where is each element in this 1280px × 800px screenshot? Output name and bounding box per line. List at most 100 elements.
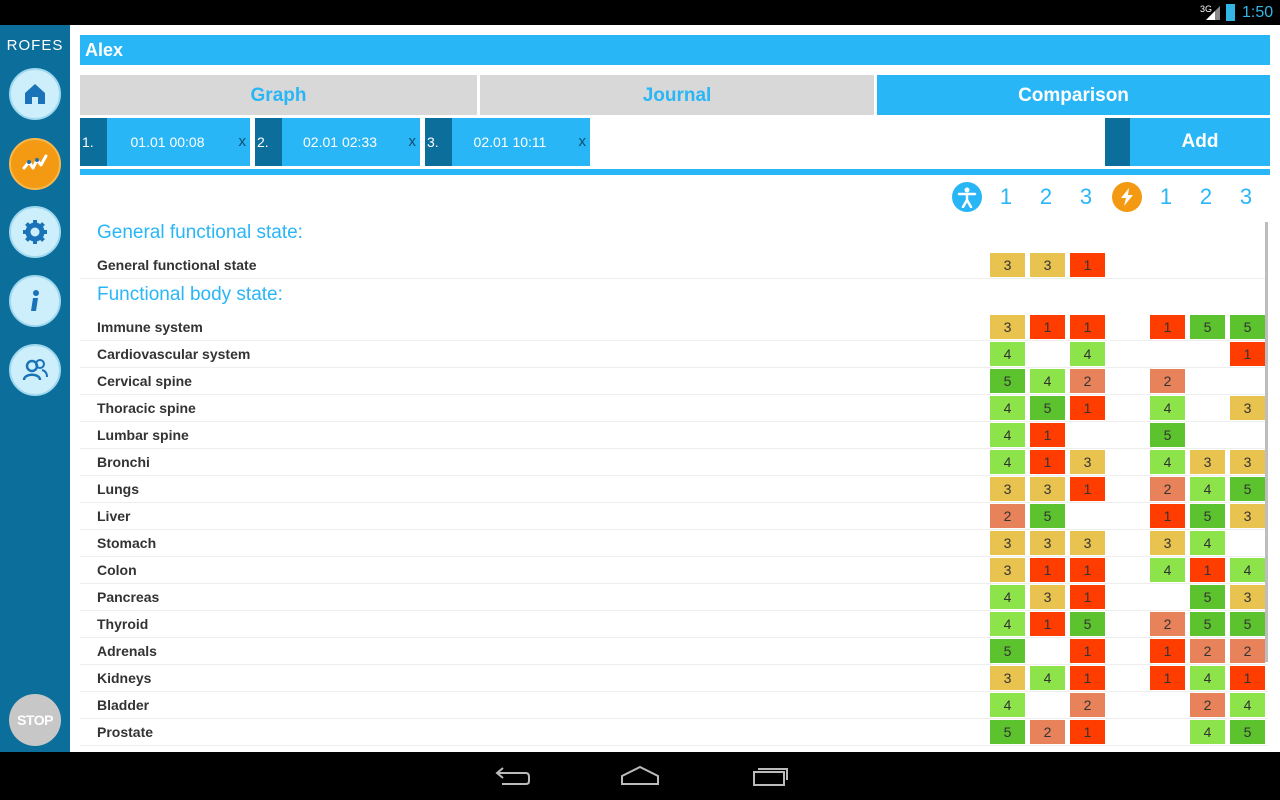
row-divider: [80, 691, 1268, 692]
score-cell: 3: [990, 253, 1025, 277]
home-button[interactable]: [9, 68, 61, 120]
info-button[interactable]: [9, 275, 61, 327]
sidebar: ROFES STOP: [0, 25, 70, 752]
main-content: Alex Graph Journal Comparison 1. 01.01 0…: [70, 25, 1280, 752]
row-label: Stomach: [97, 535, 157, 551]
row-label: Bronchi: [97, 454, 150, 470]
score-cell: 3: [1070, 531, 1105, 555]
row-label: Colon: [97, 562, 137, 578]
row-label: Lumbar spine: [97, 427, 189, 443]
score-cell: 4: [1150, 450, 1185, 474]
score-cell: 5: [1190, 612, 1225, 636]
score-cell: 1: [1030, 423, 1065, 447]
tab-comparison[interactable]: Comparison: [877, 75, 1270, 115]
row-divider: [80, 610, 1268, 611]
session-chip[interactable]: 2. 02.01 02:33 x: [255, 118, 420, 166]
back-icon[interactable]: [492, 764, 532, 788]
score-cell: 4: [990, 396, 1025, 420]
remove-session-button[interactable]: x: [579, 118, 587, 166]
session-number: 1.: [80, 118, 107, 166]
recents-icon[interactable]: [750, 764, 790, 788]
score-cell: 2: [1030, 720, 1065, 744]
score-cell: 4: [1070, 342, 1105, 366]
score-cell: 1: [1030, 612, 1065, 636]
row-divider: [80, 340, 1268, 341]
row-label: Adrenals: [97, 643, 157, 659]
stop-button[interactable]: STOP: [9, 694, 61, 746]
column-header: 1: [1159, 184, 1173, 209]
score-cell: 1: [1070, 639, 1105, 663]
score-cell: 3: [1030, 585, 1065, 609]
score-cell: 1: [1070, 396, 1105, 420]
session-chip[interactable]: 1. 01.01 00:08 x: [80, 118, 250, 166]
wave-icon: [22, 154, 48, 170]
row-divider: [80, 421, 1268, 422]
lightning-icon: [1112, 182, 1142, 212]
score-cell: 5: [1070, 612, 1105, 636]
navigation-bar: [0, 752, 1280, 800]
row-divider: [80, 475, 1268, 476]
score-cell: 1: [1150, 666, 1185, 690]
score-cell: 3: [990, 315, 1025, 339]
score-cell: 5: [1230, 720, 1265, 744]
tab-graph[interactable]: Graph: [80, 75, 477, 115]
remove-session-button[interactable]: x: [239, 118, 247, 166]
session-datetime: 01.01 00:08: [130, 134, 205, 150]
scrollbar[interactable]: [1265, 222, 1268, 662]
row-label: Kidneys: [97, 670, 152, 686]
session-chip[interactable]: 3. 02.01 10:11 x: [425, 118, 590, 166]
score-cell: 4: [1190, 531, 1225, 555]
score-cell: 1: [1030, 558, 1065, 582]
score-cell: 2: [1070, 369, 1105, 393]
row-label: Pancreas: [97, 589, 160, 605]
gear-icon: [23, 220, 47, 244]
score-cell: 3: [990, 531, 1025, 555]
column-header: 2: [1039, 184, 1053, 209]
add-session-button[interactable]: Add: [1105, 118, 1270, 166]
tab-journal[interactable]: Journal: [480, 75, 874, 115]
settings-button[interactable]: [9, 206, 61, 258]
row-divider: [80, 718, 1268, 719]
row-divider: [80, 637, 1268, 638]
score-cell: 1: [1190, 558, 1225, 582]
score-cell: 4: [1230, 558, 1265, 582]
score-cell: 3: [990, 558, 1025, 582]
score-cell: 2: [1230, 639, 1265, 663]
score-cell: 4: [1190, 666, 1225, 690]
score-cell: 3: [1230, 504, 1265, 528]
home-nav-icon[interactable]: [620, 764, 660, 788]
measurement-button[interactable]: [9, 138, 61, 190]
score-cell: 1: [1070, 666, 1105, 690]
column-header: 3: [1239, 184, 1253, 209]
score-cell: 2: [1150, 369, 1185, 393]
score-cell: 1: [1070, 315, 1105, 339]
row-label: Bladder: [97, 697, 150, 713]
score-cell: 5: [990, 639, 1025, 663]
add-label: Add: [1181, 131, 1219, 152]
row-divider: [80, 529, 1268, 530]
score-cell: 4: [990, 450, 1025, 474]
row-label: Prostate: [97, 724, 154, 740]
score-cell: 3: [1230, 450, 1265, 474]
row-label: General functional state: [97, 257, 257, 273]
session-datetime: 02.01 10:11: [473, 134, 547, 150]
users-button[interactable]: [9, 344, 61, 396]
score-cell: 2: [990, 504, 1025, 528]
score-cell: 4: [1030, 666, 1065, 690]
clock: 1:50: [1242, 4, 1274, 21]
signal-icon: [1206, 6, 1220, 20]
users-icon: [22, 359, 48, 381]
score-cell: 3: [1190, 450, 1225, 474]
session-datetime: 02.01 02:33: [303, 134, 377, 150]
score-cell: 3: [1030, 531, 1065, 555]
row-divider: [80, 664, 1268, 665]
score-cell: 4: [990, 612, 1025, 636]
score-cell: 5: [1030, 396, 1065, 420]
column-header: 2: [1199, 184, 1213, 209]
score-cell: 1: [1070, 477, 1105, 501]
home-icon: [25, 84, 45, 104]
remove-session-button[interactable]: x: [409, 118, 417, 166]
score-cell: 4: [990, 585, 1025, 609]
score-cell: 2: [1070, 693, 1105, 717]
score-cell: 4: [1230, 693, 1265, 717]
